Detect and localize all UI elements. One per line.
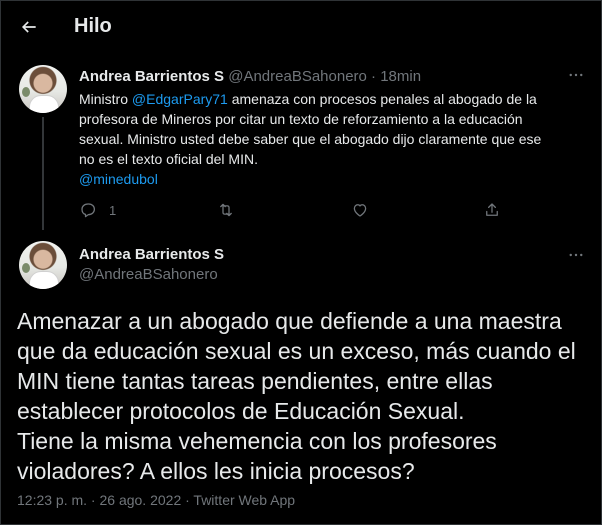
tweet-text: Ministro @EdgarPary71 amenaza con proces…: [79, 89, 589, 189]
author-handle[interactable]: @AndreaBSahonero: [228, 68, 367, 85]
like-button[interactable]: [351, 200, 381, 220]
reply-count: 1: [109, 202, 117, 218]
more-button[interactable]: [561, 245, 591, 265]
tweet-timestamp[interactable]: 12:23 p. m. · 26 ago. 2022 · Twitter Web…: [17, 490, 295, 510]
more-horizontal-icon: [569, 253, 583, 257]
tweet-actions: 1: [79, 200, 519, 220]
avatar-plant: [22, 87, 30, 97]
page-title: Hilo: [74, 15, 112, 37]
tweet-text-part: Ministro: [79, 91, 132, 107]
back-button[interactable]: [13, 11, 45, 43]
mention-link[interactable]: @EdgarPary71: [132, 91, 228, 107]
avatar-body: [29, 271, 59, 289]
author-name[interactable]: Andrea Barrientos S: [79, 68, 224, 85]
arrow-left-icon: [21, 21, 36, 33]
share-button[interactable]: [483, 200, 501, 220]
tweet-time[interactable]: 18min: [380, 68, 421, 85]
retweet-icon: [220, 203, 232, 217]
more-horizontal-icon: [569, 73, 583, 77]
reply-button[interactable]: 1: [79, 200, 116, 220]
separator: ·: [371, 68, 377, 85]
author-handle[interactable]: @AndreaBSahonero: [79, 265, 218, 285]
author-name[interactable]: Andrea Barrientos S: [79, 245, 224, 265]
share-icon: [486, 203, 498, 216]
header: Hilo: [1, 1, 601, 53]
thread-page: Hilo Andrea Barrientos S @AndreaBSahoner…: [0, 0, 602, 525]
avatar[interactable]: [19, 241, 67, 289]
heart-icon: [353, 204, 367, 217]
avatar-body: [29, 95, 59, 113]
reply-icon: [81, 203, 96, 218]
more-button[interactable]: [561, 65, 591, 85]
retweet-button[interactable]: [217, 200, 247, 220]
avatar[interactable]: [19, 65, 67, 113]
avatar-plant: [22, 263, 30, 273]
tweet-header: Andrea Barrientos S @AndreaBSahonero · 1…: [79, 67, 421, 87]
tweet-text: Amenazar a un abogado que defiende a una…: [17, 308, 576, 484]
thread-line: [42, 117, 44, 230]
mention-link[interactable]: @minedubol: [79, 171, 158, 187]
